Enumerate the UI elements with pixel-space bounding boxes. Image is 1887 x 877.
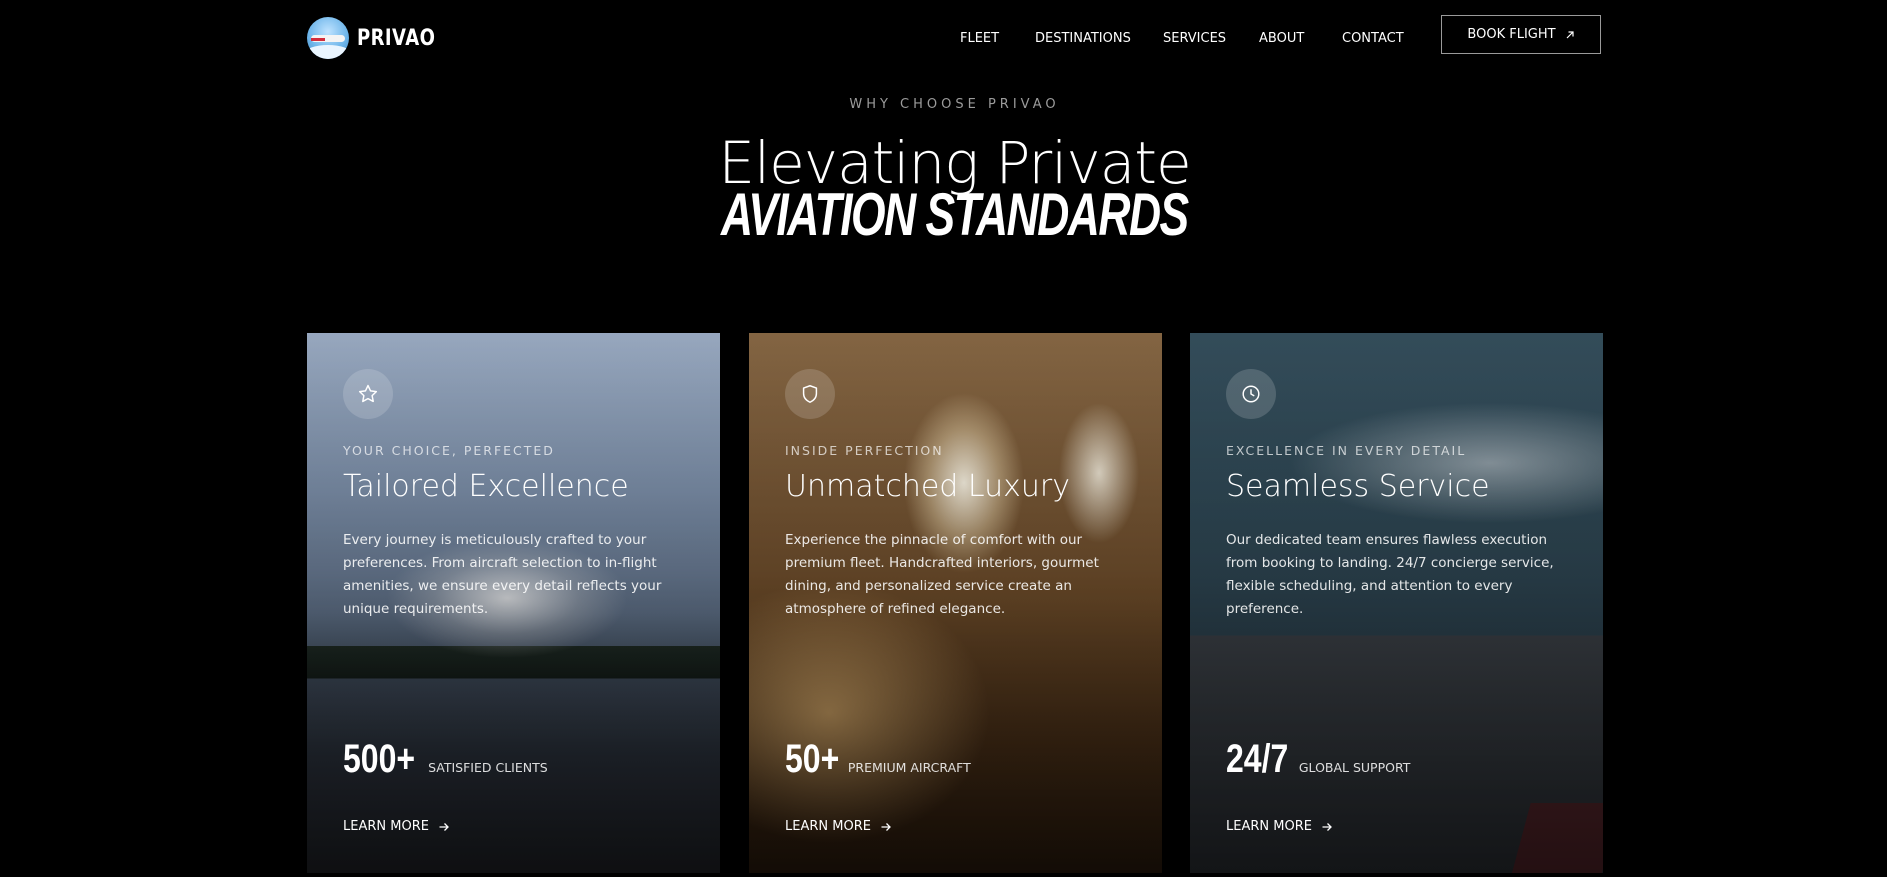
card-title: Seamless Service: [1226, 469, 1490, 504]
book-flight-label: BOOK FLIGHT: [1467, 27, 1556, 42]
card-kicker: INSIDE PERFECTION: [785, 443, 944, 458]
card-description: Every journey is meticulously crafted to…: [343, 532, 662, 617]
section-eyebrow: WHY CHOOSE PRIVAO: [849, 97, 1060, 112]
stat-value: 24/7: [1226, 737, 1289, 781]
nav-item-about[interactable]: ABOUT: [1259, 31, 1304, 46]
nav-item-contact[interactable]: CONTACT: [1342, 31, 1404, 46]
book-flight-button[interactable]: BOOK FLIGHT: [1441, 15, 1601, 54]
card-title: Tailored Excellence: [343, 469, 629, 504]
stat-label: PREMIUM AIRCRAFT: [847, 760, 971, 775]
stat-label: SATISFIED CLIENTS: [428, 760, 548, 775]
star-icon: [343, 369, 393, 419]
shield-icon: [785, 369, 835, 419]
feature-card-tailored: YOUR CHOICE, PERFECTED Tailored Excellen…: [307, 333, 720, 873]
airplane-logo-icon: [307, 17, 349, 59]
card-description: Experience the pinnacle of comfort with …: [785, 532, 1099, 617]
card-stat: 50+ PREMIUM AIRCRAFT: [785, 737, 971, 782]
card-kicker: YOUR CHOICE, PERFECTED: [343, 443, 555, 458]
stat-value: 50+: [785, 737, 840, 781]
card-stat: 24/7 GLOBAL SUPPORT: [1226, 737, 1410, 782]
arrow-right-icon: [881, 822, 891, 831]
feature-card-luxury: INSIDE PERFECTION Unmatched Luxury Exper…: [749, 333, 1162, 873]
top-nav: PRIVAO FLEET DESTINATIONS SERVICES ABOUT…: [0, 0, 1887, 76]
card-kicker: EXCELLENCE IN EVERY DETAIL: [1226, 443, 1467, 458]
card-description: Our dedicated team ensures flawless exec…: [1226, 532, 1554, 617]
card-stat: 500+ SATISFIED CLIENTS: [343, 737, 548, 782]
arrow-right-icon: [1322, 822, 1332, 831]
card-title: Unmatched Luxury: [785, 469, 1070, 504]
learn-more-link[interactable]: LEARN MORE: [343, 819, 450, 834]
arrow-right-icon: [439, 822, 449, 831]
clock-icon: [1226, 369, 1276, 419]
nav-item-destinations[interactable]: DESTINATIONS: [1035, 31, 1131, 46]
learn-more-link[interactable]: LEARN MORE: [785, 819, 892, 834]
arrow-up-right-icon: [1566, 30, 1574, 38]
feature-card-service: EXCELLENCE IN EVERY DETAIL Seamless Serv…: [1190, 333, 1603, 873]
nav-item-fleet[interactable]: FLEET: [960, 31, 999, 46]
brand-name: PRIVAO: [357, 25, 436, 51]
learn-more-label: LEARN MORE: [785, 819, 871, 834]
section-title-line2: AVIATION STANDARDS: [721, 181, 1189, 248]
section-title-line2-wrap: AVIATION STANDARDS: [0, 180, 1887, 265]
nav-item-services[interactable]: SERVICES: [1163, 31, 1226, 46]
stat-value: 500+: [343, 737, 416, 781]
learn-more-label: LEARN MORE: [1226, 819, 1312, 834]
learn-more-link[interactable]: LEARN MORE: [1226, 819, 1333, 834]
learn-more-label: LEARN MORE: [343, 819, 429, 834]
stat-label: GLOBAL SUPPORT: [1298, 760, 1411, 775]
brand-logo[interactable]: PRIVAO: [307, 17, 453, 59]
